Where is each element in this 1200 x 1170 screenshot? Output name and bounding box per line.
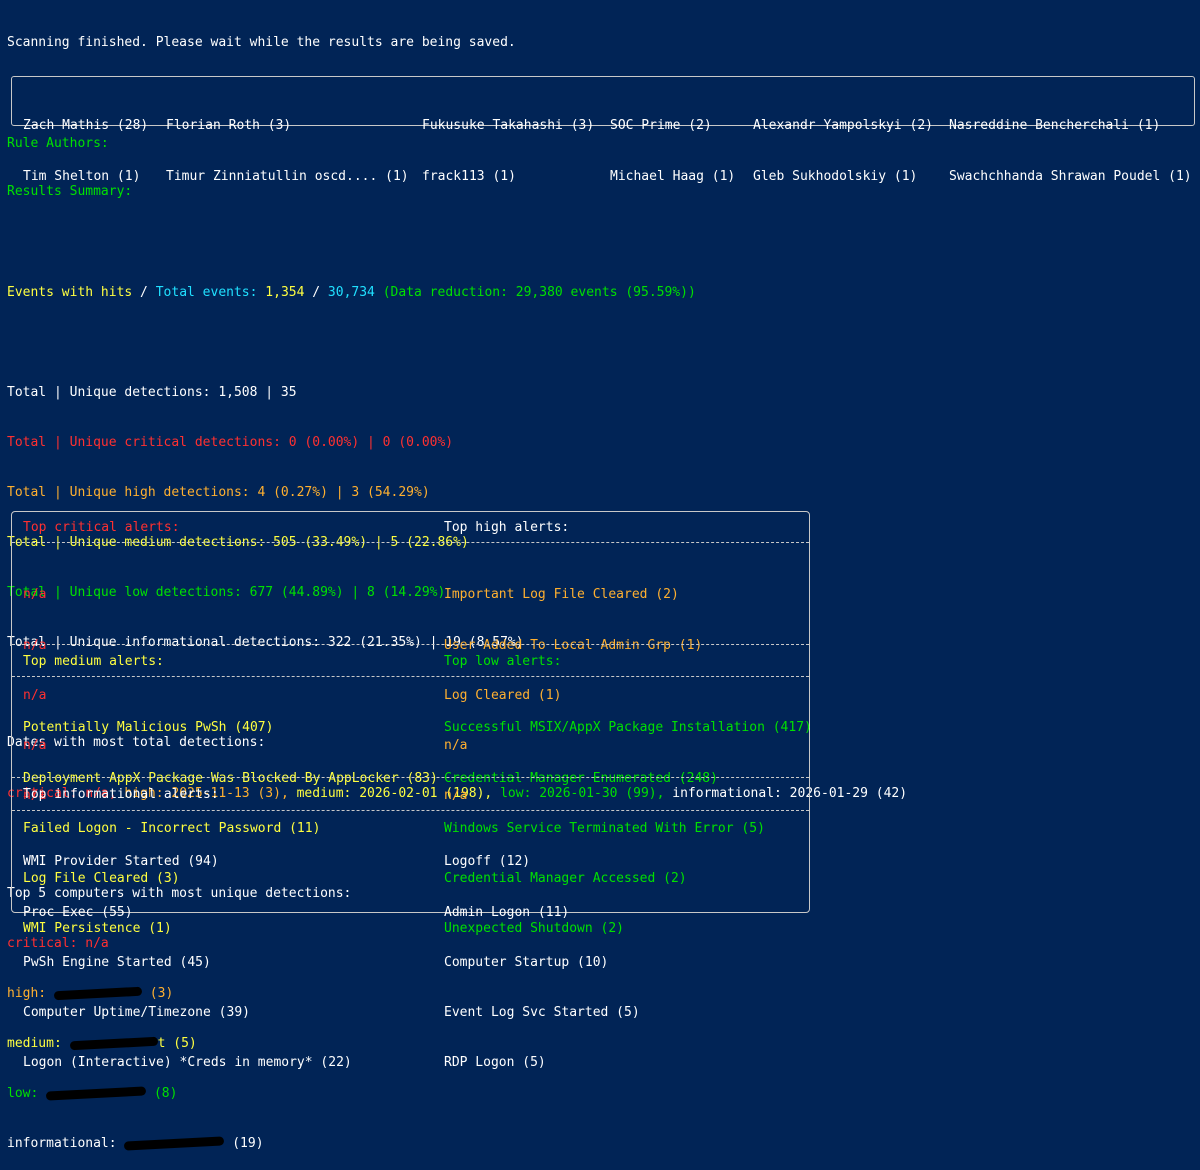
alert-item: Logon (Interactive) *Creds in memory* (2… <box>23 1054 352 1070</box>
data-reduction: (Data reduction: 29,380 events (95.59%)) <box>382 284 696 300</box>
author-column: Nasreddine Bencherchali (1) Swachchhanda… <box>949 85 1192 219</box>
events-total-value: 30,734 <box>327 284 375 300</box>
author-entry: Swachchhanda Shrawan Poudel (1) <box>949 168 1192 184</box>
events-line: Events with hits / Total events: 1,354 /… <box>7 285 907 302</box>
separator <box>12 644 809 645</box>
status-line: Scanning finished. Please wait while the… <box>7 35 516 51</box>
alert-item: Proc Exec (55) <box>23 904 133 920</box>
author-entry: Alexandr Yampolskyi (2) <box>753 118 934 134</box>
low-alerts-title: Top low alerts: <box>444 654 562 669</box>
alert-item: Potentially Malicious PwSh (407) <box>23 720 274 736</box>
detections-high: Total | Unique high detections: 4 (0.27%… <box>7 484 430 500</box>
detections-critical: Total | Unique critical detections: 0 (0… <box>7 434 454 450</box>
events-total-label: Total events: <box>155 284 266 300</box>
events-hits-value: 1,354 <box>265 284 305 300</box>
separator <box>12 542 809 543</box>
redaction-mark <box>124 1136 225 1151</box>
author-entry: Fukusuke Takahashi (3) <box>422 118 595 134</box>
alert-item: n/a <box>23 587 47 603</box>
author-entry: SOC Prime (2) <box>610 118 712 134</box>
results-summary-label: Results Summary: <box>7 184 133 200</box>
alert-item: Computer Uptime/Timezone (39) <box>23 1004 250 1020</box>
informational-alerts-list-right: Logoff (12) Admin Logon (11) Computer St… <box>444 821 640 1105</box>
computer-informational: informational: (19) <box>7 1136 264 1152</box>
high-alerts-title: Top high alerts: <box>444 520 570 535</box>
rule-authors-box: Zach Mathis (28) Tim Shelton (1) Florian… <box>11 76 1195 184</box>
separator <box>12 810 809 811</box>
alert-item: Successful MSIX/AppX Package Installatio… <box>444 720 812 736</box>
alert-item: WMI Provider Started (94) <box>23 854 219 870</box>
alert-item: RDP Logon (5) <box>444 1054 546 1070</box>
informational-alerts-title: Top informational alerts: <box>23 787 219 802</box>
alert-item: Computer Startup (10) <box>444 954 609 970</box>
events-slash: / <box>132 284 156 300</box>
alert-item: Credential Manager Enumerated (248) <box>444 770 718 786</box>
alert-item: User Added To Local Admin Grp (1) <box>444 637 703 653</box>
informational-alerts-list-left: WMI Provider Started (94) Proc Exec (55)… <box>23 821 352 1105</box>
alert-item: Admin Logon (11) <box>444 904 570 920</box>
alert-item: Important Log File Cleared (2) <box>444 587 679 603</box>
alert-item: Deployment AppX Package Was Blocked By A… <box>23 770 438 786</box>
separator <box>12 676 809 677</box>
alert-item: PwSh Engine Started (45) <box>23 954 211 970</box>
separator <box>12 777 809 778</box>
detections-total: Total | Unique detections: 1,508 | 35 <box>7 384 297 400</box>
alert-item: Event Log Svc Started (5) <box>444 1004 640 1020</box>
events-hits-label: Events with hits <box>7 284 133 300</box>
author-entry: Zach Mathis (28) <box>23 118 149 134</box>
top-alerts-table: Top critical alerts: Top high alerts: n/… <box>11 511 812 1070</box>
alert-item: n/a <box>23 637 47 653</box>
alert-item: Logoff (12) <box>444 854 531 870</box>
events-slash: / <box>304 284 328 300</box>
author-entry: Nasreddine Bencherchali (1) <box>949 118 1161 134</box>
medium-alerts-title: Top medium alerts: <box>23 654 164 669</box>
critical-alerts-title: Top critical alerts: <box>23 520 180 535</box>
author-entry: Florian Roth (3) <box>166 118 292 134</box>
